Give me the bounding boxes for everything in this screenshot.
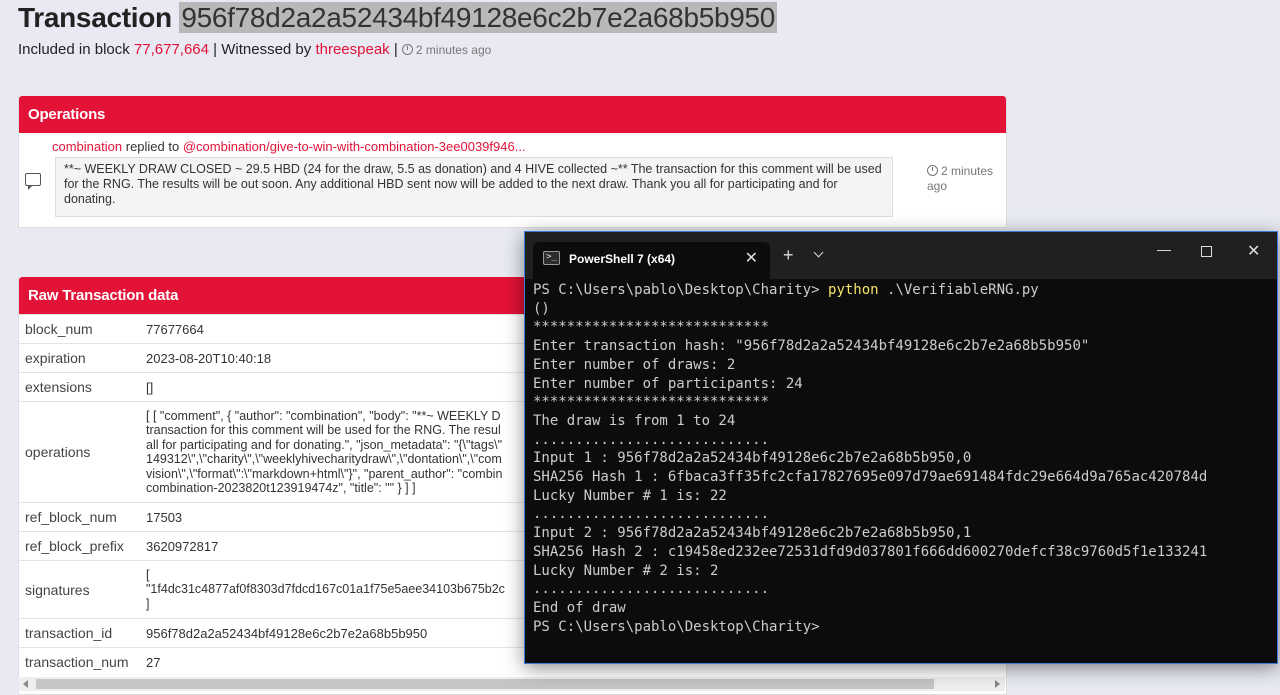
terminal-line: Input 2 : 956f78d2a2a52434bf49128e6c2b7e… xyxy=(533,525,972,542)
scroll-right-icon[interactable] xyxy=(995,680,1000,688)
terminal-line: Lucky Number # 2 is: 2 xyxy=(533,562,719,579)
comment-icon xyxy=(25,173,41,190)
terminal-output[interactable]: PS C:\Users\pablo\Desktop\Charity> pytho… xyxy=(533,281,1207,636)
time-ago: 2 minutes ago xyxy=(415,43,492,57)
horizontal-scrollbar[interactable] xyxy=(18,677,1005,691)
maximize-icon[interactable] xyxy=(1201,246,1212,257)
clock-icon xyxy=(401,44,413,55)
powershell-window[interactable]: >_ PowerShell 7 (x64) ✕ + — ✕ PS C:\User… xyxy=(524,231,1278,664)
transaction-hash: 956f78d2a2a52434bf49128e6c2b7e2a68b5b950 xyxy=(179,2,778,33)
transaction-subtitle: Included in block 77,677,664 | Witnessed… xyxy=(18,41,491,58)
operations-panel: Operations combination replied to @combi… xyxy=(18,96,1007,228)
row-key: extensions xyxy=(19,372,140,402)
terminal-line: () xyxy=(533,300,550,317)
terminal-line: Enter transaction hash: "956f78d2a2a5243… xyxy=(533,338,1090,355)
witness-link[interactable]: threespeak xyxy=(315,41,389,58)
chevron-down-icon[interactable] xyxy=(813,247,824,258)
row-key: block_num xyxy=(19,314,140,344)
operation-time: 2 minutes ago xyxy=(927,164,1002,194)
page-title-label: Transaction xyxy=(18,2,172,33)
terminal-tab-bar: >_ PowerShell 7 (x64) ✕ + — ✕ xyxy=(525,232,1277,279)
included-in-block-label: Included in block xyxy=(18,41,130,58)
terminal-tab[interactable]: >_ PowerShell 7 (x64) ✕ xyxy=(533,242,770,279)
terminal-line: Enter number of participants: 24 xyxy=(533,375,803,392)
terminal-line: SHA256 Hash 1 : 6fbaca3ff35fc2cfa1782769… xyxy=(533,469,1208,486)
row-key: transaction_id xyxy=(19,618,140,648)
row-key: ref_block_num xyxy=(19,502,140,532)
author-link[interactable]: combination xyxy=(52,139,122,154)
replied-to-label: replied to xyxy=(125,139,180,154)
terminal-line: ............................ xyxy=(533,506,770,523)
close-icon[interactable]: ✕ xyxy=(1247,241,1260,261)
operations-heading: Operations xyxy=(19,96,1006,133)
terminal-line: PS C:\Users\pablo\Desktop\Charity> xyxy=(533,618,820,635)
terminal-command-args: .\VerifiableRNG.py xyxy=(878,282,1039,298)
separator: | xyxy=(393,41,398,58)
terminal-line: ............................ xyxy=(533,581,770,598)
powershell-icon: >_ xyxy=(543,251,560,265)
terminal-command: python xyxy=(828,282,879,298)
witnessed-by-label: | Witnessed by xyxy=(213,41,312,58)
terminal-line: Input 1 : 956f78d2a2a52434bf49128e6c2b7e… xyxy=(533,450,972,467)
terminal-line: **************************** xyxy=(533,394,770,411)
terminal-line: Enter number of draws: 2 xyxy=(533,356,736,373)
scroll-left-icon[interactable] xyxy=(23,680,28,688)
terminal-line: SHA256 Hash 2 : c19458ed232ee72531dfd9d0… xyxy=(533,543,1208,560)
plus-icon[interactable]: + xyxy=(783,245,794,266)
scrollbar-thumb[interactable] xyxy=(36,679,934,689)
terminal-line: PS C:\Users\pablo\Desktop\Charity> pytho… xyxy=(533,281,1207,300)
page-title: Transaction 956f78d2a2a52434bf49128e6c2b… xyxy=(18,2,778,34)
clock-icon xyxy=(927,165,938,176)
block-number-link[interactable]: 77,677,664 xyxy=(134,41,209,58)
operation-meta: combination replied to @combination/give… xyxy=(52,139,526,154)
operation-item: combination replied to @combination/give… xyxy=(19,133,1006,227)
row-key: operations xyxy=(19,401,140,503)
minimize-icon[interactable]: — xyxy=(1157,241,1171,257)
row-key: transaction_num xyxy=(19,647,140,677)
comment-body: **~ WEEKLY DRAW CLOSED ~ 29.5 HBD (24 fo… xyxy=(55,157,893,217)
terminal-line: The draw is from 1 to 24 xyxy=(533,412,736,429)
parent-post-link[interactable]: @combination/give-to-win-with-combinatio… xyxy=(183,139,526,154)
terminal-line: ............................ xyxy=(533,431,770,448)
terminal-line: **************************** xyxy=(533,319,770,336)
row-key: expiration xyxy=(19,343,140,373)
terminal-tab-title: PowerShell 7 (x64) xyxy=(569,252,676,266)
terminal-line: End of draw xyxy=(533,599,626,616)
row-key: signatures xyxy=(19,560,140,619)
close-icon[interactable]: ✕ xyxy=(745,248,758,268)
row-key: ref_block_prefix xyxy=(19,531,140,561)
terminal-line: Lucky Number # 1 is: 22 xyxy=(533,487,727,504)
terminal-prompt: PS C:\Users\pablo\Desktop\Charity> xyxy=(533,282,829,298)
